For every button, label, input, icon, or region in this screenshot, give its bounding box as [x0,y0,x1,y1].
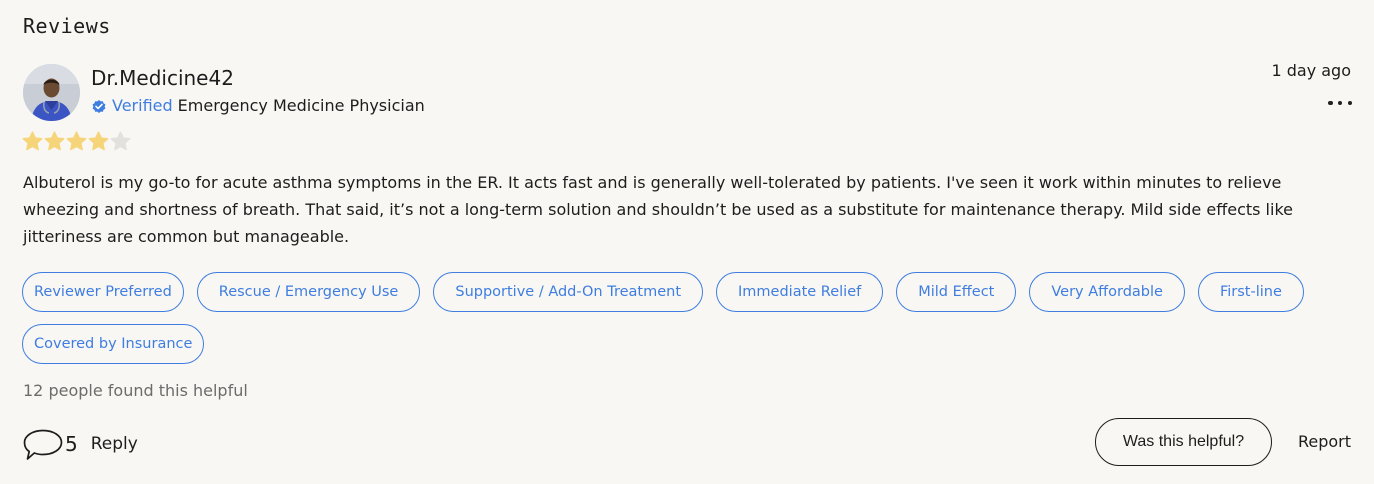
reviewer-role: Emergency Medicine Physician [177,96,425,115]
verified-badge-icon [91,98,107,114]
tag-chip[interactable]: First-line [1197,272,1304,312]
star-filled-icon [88,131,109,151]
tag-chip[interactable]: Rescue / Emergency Use [196,272,421,312]
more-options-button[interactable] [1328,96,1352,110]
star-filled-icon [22,131,43,151]
was-helpful-button[interactable]: Was this helpful? [1095,418,1272,466]
tag-list: Reviewer Preferred Rescue / Emergency Use… [22,272,1322,364]
avatar[interactable] [23,64,80,121]
tag-chip[interactable]: Very Affordable [1029,272,1185,312]
verified-label: Verified [112,96,173,115]
more-options-icon-dot [1347,100,1352,106]
tag-chip[interactable]: Immediate Relief [716,272,884,312]
star-filled-icon [44,131,65,151]
reply-label: Reply [90,434,138,454]
tag-chip[interactable]: Mild Effect [896,272,1017,312]
more-options-icon [1328,100,1333,106]
star-rating [22,131,131,152]
section-title: Reviews [23,14,111,38]
reply-count: 5 [65,432,78,456]
review-timestamp: 1 day ago [1271,61,1351,80]
reviewer-credential: Verified Emergency Medicine Physician [91,96,425,115]
reviewer-name[interactable]: Dr.Medicine42 [91,66,234,90]
helpful-count: 12 people found this helpful [23,381,248,400]
avatar-image [23,64,80,121]
star-filled-icon [66,131,87,151]
comment-bubble-icon [23,429,63,460]
tag-chip[interactable]: Reviewer Preferred [22,272,184,312]
report-link[interactable]: Report [1298,432,1351,451]
star-empty-icon [110,131,131,151]
reply-button[interactable]: 5 Reply [22,426,138,462]
tag-chip[interactable]: Covered by Insurance [22,324,205,364]
more-options-icon-dot [1337,100,1343,106]
review-body: Albuterol is my go-to for acute asthma s… [23,173,1293,246]
tag-chip[interactable]: Supportive / Add-On Treatment [433,272,704,312]
